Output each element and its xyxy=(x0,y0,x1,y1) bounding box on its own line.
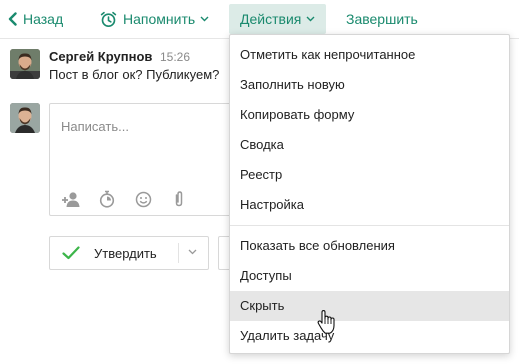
add-user-icon[interactable] xyxy=(60,188,82,210)
actions-dropdown-menu: Отметить как непрочитанное Заполнить нов… xyxy=(229,34,510,354)
menu-item-hide[interactable]: Скрыть xyxy=(230,291,509,321)
menu-item-show-all-updates[interactable]: Показать все обновления xyxy=(230,231,509,261)
message-time: 15:26 xyxy=(160,50,191,64)
menu-item-registry[interactable]: Реестр xyxy=(230,160,509,190)
avatar xyxy=(10,103,40,133)
back-button[interactable]: Назад xyxy=(8,6,63,32)
menu-item-delete-task[interactable]: Удалить задачу xyxy=(230,321,509,351)
finish-label: Завершить xyxy=(346,11,418,27)
remind-button[interactable]: Напомнить xyxy=(100,6,209,32)
hand-cursor-icon xyxy=(317,310,335,334)
approve-label: Утвердить xyxy=(94,245,157,261)
menu-item-mark-unread[interactable]: Отметить как непрочитанное xyxy=(230,40,509,70)
menu-item-access[interactable]: Доступы xyxy=(230,261,509,291)
approve-button[interactable]: Утвердить xyxy=(49,236,209,270)
menu-item-fill-new[interactable]: Заполнить новую xyxy=(230,70,509,100)
toolbar: Назад Напомнить Действия Завершить xyxy=(0,0,519,38)
attachment-icon[interactable] xyxy=(168,188,190,210)
finish-button[interactable]: Завершить xyxy=(346,6,418,32)
menu-item-summary[interactable]: Сводка xyxy=(230,130,509,160)
chevron-down-icon xyxy=(306,16,315,22)
menu-item-copy-form[interactable]: Копировать форму xyxy=(230,100,509,130)
chevron-left-icon xyxy=(8,12,17,26)
timer-icon[interactable] xyxy=(96,188,118,210)
actions-label: Действия xyxy=(240,11,302,27)
actions-button[interactable]: Действия xyxy=(229,4,326,34)
comment-composer[interactable]: Написать... xyxy=(49,103,249,216)
avatar[interactable] xyxy=(10,49,40,79)
comment-input-placeholder: Написать... xyxy=(61,119,129,134)
split-divider xyxy=(178,243,179,263)
back-label: Назад xyxy=(23,11,64,27)
menu-item-settings[interactable]: Настройка xyxy=(230,190,509,220)
chevron-down-icon[interactable] xyxy=(188,249,197,255)
emoji-icon[interactable] xyxy=(132,188,154,210)
composer-toolbar xyxy=(60,188,204,210)
menu-divider xyxy=(230,225,509,226)
remind-label: Напомнить xyxy=(123,11,196,27)
message-author[interactable]: Сергей Крупнов xyxy=(49,49,152,64)
alarm-clock-icon xyxy=(100,11,117,28)
message-text: Пост в блог ок? Публикуем? xyxy=(49,67,220,82)
check-icon xyxy=(62,246,80,260)
chevron-down-icon xyxy=(200,16,209,22)
